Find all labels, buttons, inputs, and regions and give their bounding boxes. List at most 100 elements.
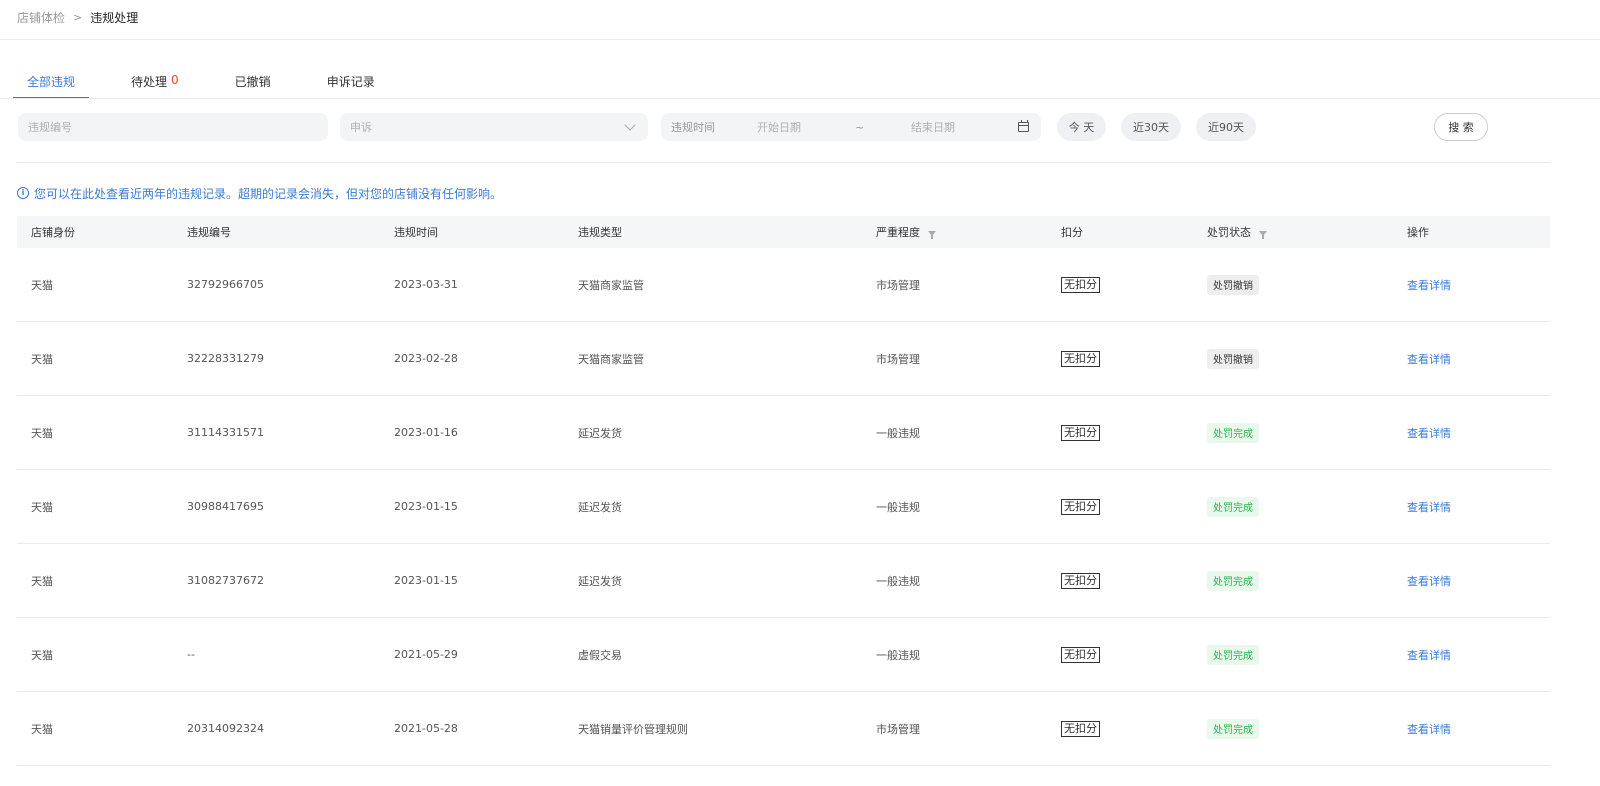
breadcrumb-separator: > [73,10,83,24]
status-badge: 处罚完成 [1207,570,1259,591]
header-violation-type: 违规类型 [578,226,622,239]
search-button[interactable]: 搜 索 [1434,113,1488,141]
cell-violation-type: 虚假交易 [578,648,622,662]
cell-severity: 一般违规 [876,648,920,662]
header-shop-identity: 店铺身份 [31,226,75,239]
chevron-down-icon [624,119,636,131]
cell-violation-type: 天猫销量评价管理规则 [578,722,688,736]
cell-deduction: 无扣分 [1061,692,1100,765]
tab-pending-count: 0 [171,73,179,87]
status-badge: 处罚完成 [1207,718,1259,739]
cell-deduction: 无扣分 [1061,248,1100,321]
filter-icon[interactable] [928,230,936,239]
cell-violation-type: 天猫商家监管 [578,278,644,292]
cell-violation-time: 2021-05-29 [394,648,458,661]
info-icon: i [17,187,29,199]
cell-actions: 查看详情 [1407,618,1451,691]
header-deduction: 扣分 [1061,226,1083,239]
deduction-tag: 无扣分 [1061,720,1100,737]
cell-deduction: 无扣分 [1061,322,1100,395]
tab-appeal-records[interactable]: 申诉记录 [313,63,389,99]
filter-icon[interactable] [1259,230,1267,239]
tabs-divider [0,98,1600,99]
cell-deduction: 无扣分 [1061,618,1100,691]
cell-violation-code: 20314092324 [187,722,264,735]
end-date-input[interactable]: 结束日期 [911,119,1018,135]
tab-label: 已撤销 [234,75,271,89]
cell-severity: 市场管理 [876,278,920,292]
table-row: 天猫 31114331571 2023-01-16 延迟发货 一般违规 无扣分 处罚完成 查看… [17,396,1550,470]
cell-violation-code: -- [187,648,195,661]
status-badge: 处罚完成 [1207,496,1259,517]
view-details-link[interactable]: 查看详情 [1407,499,1451,515]
header-divider [0,39,1600,40]
cell-actions: 查看详情 [1407,322,1451,395]
date-range-label: 违规时间 [671,121,715,134]
deduction-tag: 无扣分 [1061,276,1100,293]
header-severity: 严重程度 [876,216,936,248]
cell-shop: 天猫 [31,648,53,662]
cell-penalty-status: 处罚撤销 [1207,322,1259,395]
deduction-tag: 无扣分 [1061,350,1100,367]
tab-all-violations[interactable]: 全部违规 [13,63,90,99]
date-range-picker[interactable]: 违规时间 开始日期 ~ 结束日期 [661,113,1041,141]
cell-violation-type: 天猫商家监管 [578,352,644,366]
cell-penalty-status: 处罚完成 [1207,544,1259,617]
deduction-tag: 无扣分 [1061,572,1100,589]
cell-severity: 市场管理 [876,722,920,736]
header-actions: 操作 [1407,226,1429,239]
tab-revoked[interactable]: 已撤销 [221,63,285,99]
cell-actions: 查看详情 [1407,470,1451,543]
deduction-tag: 无扣分 [1061,424,1100,441]
cell-shop: 天猫 [31,574,53,588]
view-details-link[interactable]: 查看详情 [1407,573,1451,589]
header-violation-time: 违规时间 [394,226,438,239]
deduction-tag: 无扣分 [1061,498,1100,515]
cell-violation-code: 32792966705 [187,278,264,291]
cell-shop: 天猫 [31,426,53,440]
quick-30-days-button[interactable]: 近30天 [1121,113,1181,141]
tab-pending[interactable]: 待处理 0 [117,63,193,99]
info-notice-text: 您可以在此处查看近两年的违规记录。超期的记录会消失，但对您的店铺没有任何影响。 [34,186,503,201]
cell-violation-time: 2021-05-28 [394,722,458,735]
status-select[interactable]: 申诉 [340,113,648,141]
table-header: 店铺身份 违规编号 违规时间 违规类型 严重程度 扣分 处罚状态 操作 [17,216,1550,248]
cell-actions: 查看详情 [1407,544,1451,617]
cell-severity: 市场管理 [876,352,920,366]
view-details-link[interactable]: 查看详情 [1407,647,1451,663]
cell-severity: 一般违规 [876,500,920,514]
cell-violation-time: 2023-01-15 [394,500,458,513]
cell-actions: 查看详情 [1407,396,1451,469]
status-badge: 处罚撤销 [1207,348,1259,369]
cell-violation-time: 2023-02-28 [394,352,458,365]
cell-violation-time: 2023-03-31 [394,278,458,291]
cell-violation-time: 2023-01-16 [394,426,458,439]
view-details-link[interactable]: 查看详情 [1407,351,1451,367]
cell-deduction: 无扣分 [1061,396,1100,469]
calendar-icon[interactable] [1018,120,1029,132]
quick-90-days-button[interactable]: 近90天 [1196,113,1256,141]
violation-code-input[interactable]: 违规编号 [18,113,328,141]
quick-today-button[interactable]: 今 天 [1057,113,1106,141]
cell-deduction: 无扣分 [1061,544,1100,617]
view-details-link[interactable]: 查看详情 [1407,277,1451,293]
header-penalty-status: 处罚状态 [1207,216,1267,248]
cell-deduction: 无扣分 [1061,470,1100,543]
view-details-link[interactable]: 查看详情 [1407,425,1451,441]
tab-label: 待处理 [131,75,168,89]
cell-severity: 一般违规 [876,426,920,440]
view-details-link[interactable]: 查看详情 [1407,721,1451,737]
header-severity-label: 严重程度 [876,226,920,239]
cell-violation-code: 31114331571 [187,426,264,439]
table-row: 天猫 30988417695 2023-01-15 延迟发货 一般违规 无扣分 处罚完成 查看… [17,470,1550,544]
start-date-input[interactable]: 开始日期 [757,119,855,135]
cell-actions: 查看详情 [1407,248,1451,321]
cell-penalty-status: 处罚完成 [1207,618,1259,691]
breadcrumb-parent[interactable]: 店铺体检 [17,9,65,26]
status-badge: 处罚完成 [1207,422,1259,443]
header-violation-code: 违规编号 [187,226,231,239]
cell-severity: 一般违规 [876,574,920,588]
violation-code-placeholder: 违规编号 [28,121,72,134]
table-row: 天猫 32228331279 2023-02-28 天猫商家监管 市场管理 无扣分 处罚撤销… [17,322,1550,396]
date-range-separator: ~ [855,120,865,134]
